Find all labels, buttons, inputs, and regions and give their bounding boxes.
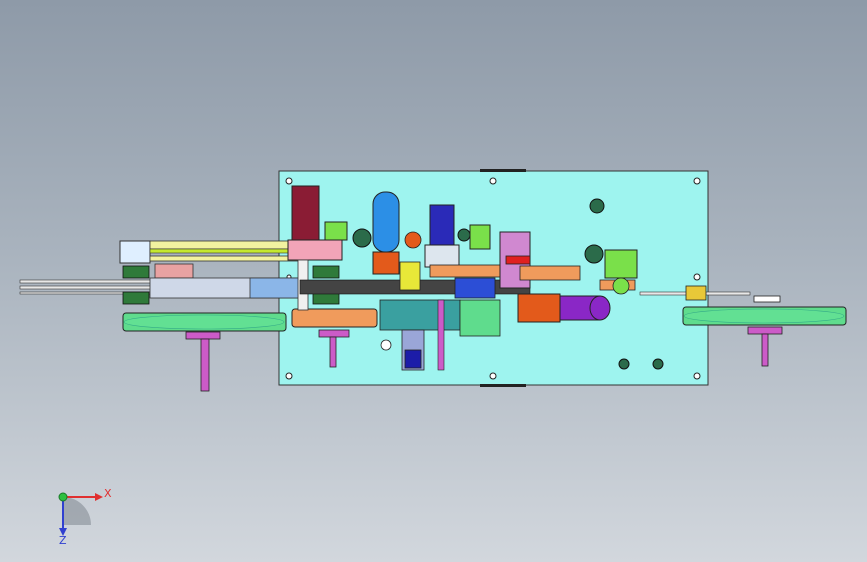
y-axis-icon — [58, 492, 68, 502]
x-axis-label: X — [104, 487, 112, 500]
z-axis-label: Z — [59, 534, 67, 547]
blue-cylinder — [372, 191, 400, 275]
left-feed-rail — [19, 240, 301, 299]
coordinate-triad: X Z — [58, 487, 112, 547]
cad-viewport[interactable]: X Z — [0, 0, 867, 562]
